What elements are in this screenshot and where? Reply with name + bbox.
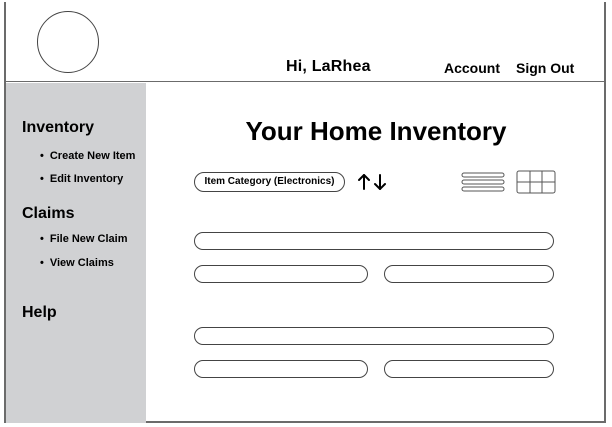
list-view-icon[interactable] bbox=[461, 171, 505, 193]
account-link[interactable]: Account bbox=[444, 60, 500, 76]
category-filter-button[interactable]: Item Category (Electronics) bbox=[194, 172, 345, 192]
sidebar-heading-inventory[interactable]: Inventory bbox=[22, 119, 94, 137]
sidebar: Inventory Create New Item Edit Inventory… bbox=[6, 83, 146, 423]
sign-out-link[interactable]: Sign Out bbox=[516, 60, 574, 76]
header: Hi, LaRhea Account Sign Out bbox=[6, 2, 606, 82]
page-title: Your Home Inventory bbox=[245, 116, 507, 146]
inventory-row-left[interactable] bbox=[194, 360, 368, 378]
sidebar-item-create-new-item[interactable]: Create New Item bbox=[40, 150, 136, 162]
inventory-row-full[interactable] bbox=[194, 327, 554, 345]
inventory-row-right[interactable] bbox=[384, 265, 554, 283]
inventory-row-full[interactable] bbox=[194, 232, 554, 250]
sidebar-heading-help[interactable]: Help bbox=[22, 304, 57, 322]
sidebar-item-edit-inventory[interactable]: Edit Inventory bbox=[40, 173, 123, 185]
app-window: Hi, LaRhea Account Sign Out Inventory Cr… bbox=[4, 2, 606, 423]
user-greeting: Hi, LaRhea bbox=[286, 58, 371, 75]
sidebar-heading-claims[interactable]: Claims bbox=[22, 205, 74, 223]
sort-up-down-icon[interactable] bbox=[355, 171, 389, 193]
logo-placeholder[interactable] bbox=[37, 11, 99, 73]
inventory-row-left[interactable] bbox=[194, 265, 368, 283]
sidebar-item-file-new-claim[interactable]: File New Claim bbox=[40, 233, 128, 245]
sidebar-item-view-claims[interactable]: View Claims bbox=[40, 257, 114, 269]
grid-view-icon[interactable] bbox=[516, 170, 556, 194]
inventory-row-right[interactable] bbox=[384, 360, 554, 378]
